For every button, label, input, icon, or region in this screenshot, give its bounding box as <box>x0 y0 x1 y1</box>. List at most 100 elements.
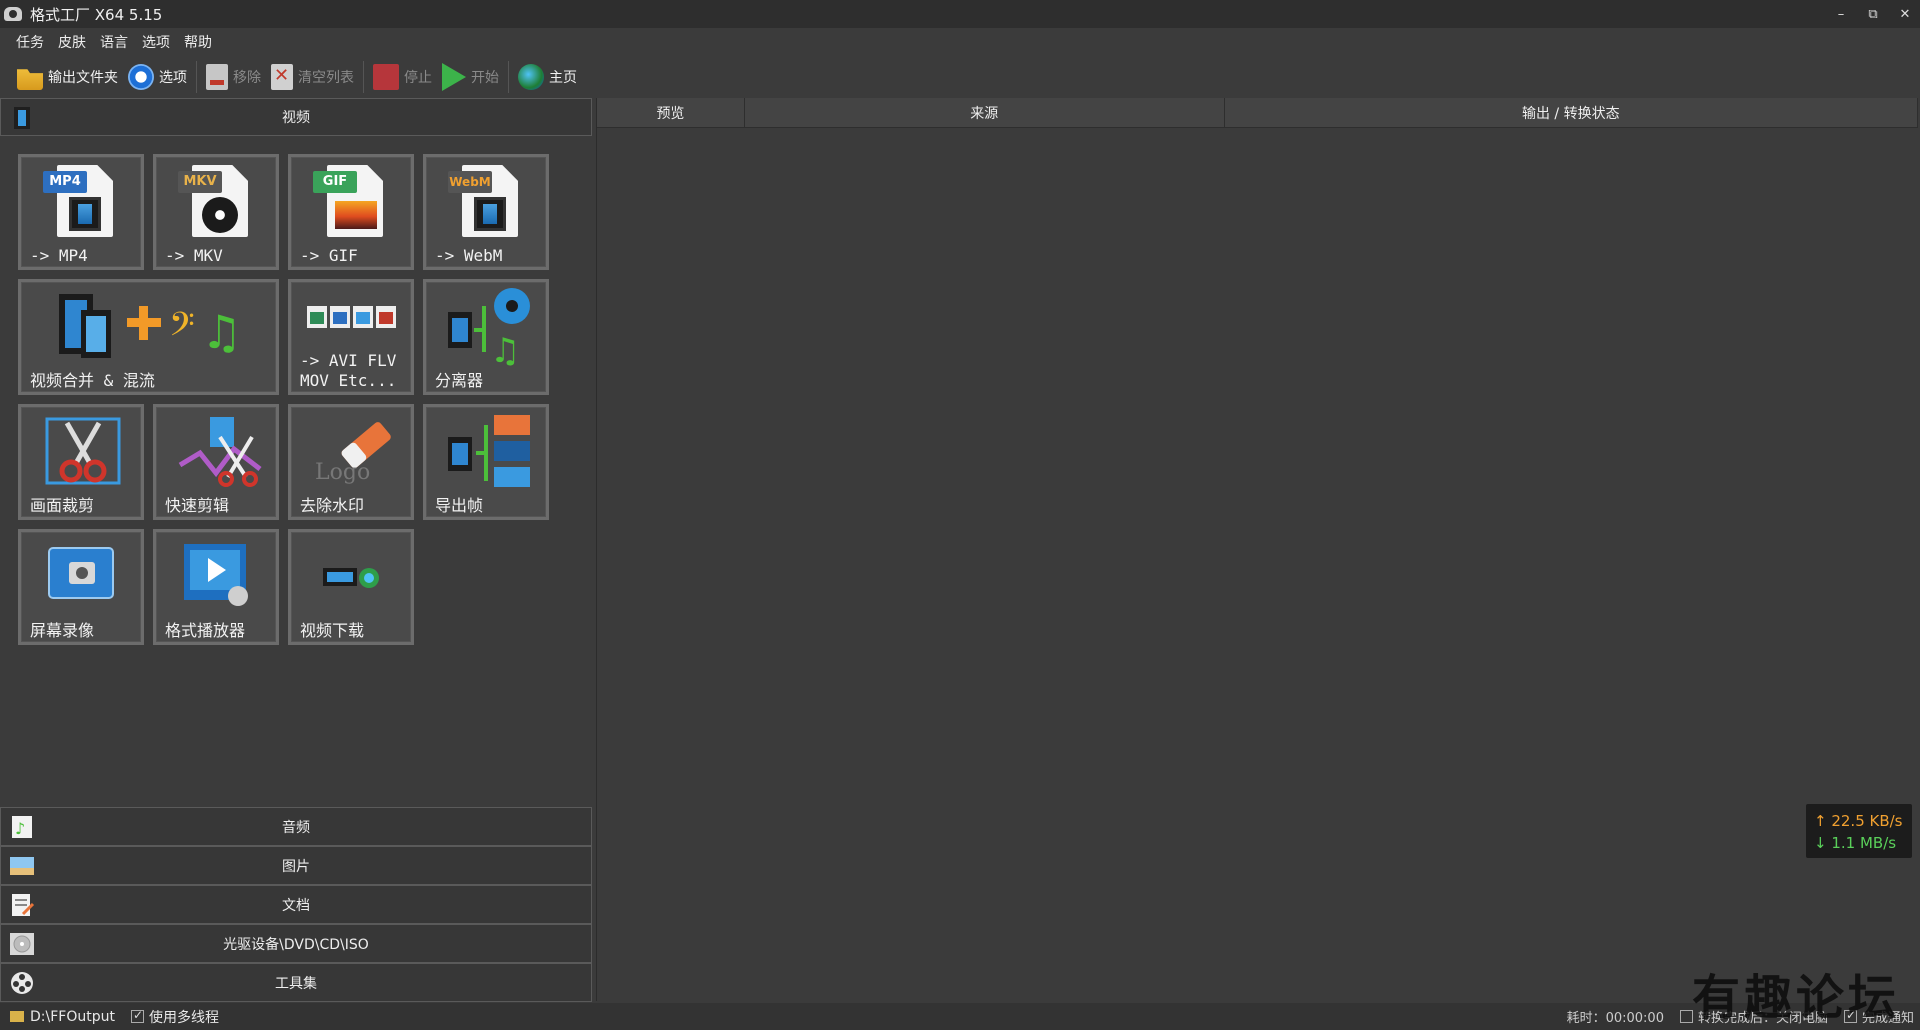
category-list: ♪ 音频 图片 文档 光驱设备\DVD\CD\ISO 工具集 <box>0 807 592 1002</box>
network-speed-widget: ↑ 22.5 KB/s ↓ 1.1 MB/s <box>1806 804 1912 858</box>
category-document[interactable]: 文档 <box>0 885 592 924</box>
film-play-icon <box>474 197 506 231</box>
svg-text:𝄢: 𝄢 <box>169 306 195 352</box>
category-picture[interactable]: 图片 <box>0 846 592 885</box>
svg-text:♪: ♪ <box>15 819 25 838</box>
screen-recorder-icon <box>48 547 114 599</box>
tile-remove-watermark[interactable]: Logo 去除水印 <box>288 404 414 520</box>
folder-icon <box>17 69 43 90</box>
menu-task[interactable]: 任务 <box>16 32 44 52</box>
tile-format-player[interactable]: 格式播放器 <box>153 529 279 645</box>
category-optical-drive[interactable]: 光驱设备\DVD\CD\ISO <box>0 924 592 963</box>
tile-to-mkv[interactable]: MKV -> MKV <box>153 154 279 270</box>
download-speed: ↓ 1.1 MB/s <box>1814 834 1897 852</box>
tile-export-frames[interactable]: 导出帧 <box>423 404 549 520</box>
multithread-label: 使用多线程 <box>148 1009 219 1026</box>
category-audio[interactable]: ♪ 音频 <box>0 807 592 846</box>
webm-badge: WebM <box>448 171 492 193</box>
tile-label: 格式播放器 <box>165 621 246 640</box>
tile-label: -> MP4 <box>30 246 88 265</box>
category-tools-label: 工具集 <box>275 975 317 992</box>
output-folder-small-icon <box>10 1011 24 1022</box>
logo-art-text: Logo <box>315 460 370 485</box>
output-folder-button[interactable]: 输出文件夹 <box>12 60 123 94</box>
task-grid-header: 预览 来源 输出 / 转换状态 <box>597 98 1918 128</box>
home-button[interactable]: 主页 <box>513 60 582 94</box>
stop-label: 停止 <box>404 70 432 86</box>
tile-crop[interactable]: 画面裁剪 <box>18 404 144 520</box>
tile-label: -> GIF <box>300 246 358 265</box>
forum-watermark: 有趣论坛 <box>1691 970 1900 1026</box>
tile-to-other-formats[interactable]: -> AVI FLV MOV Etc... <box>288 279 414 395</box>
multi-format-icon <box>307 306 396 328</box>
tile-to-gif[interactable]: GIF -> GIF <box>288 154 414 270</box>
upload-speed: ↑ 22.5 KB/s <box>1814 812 1903 830</box>
options-button[interactable]: 选项 <box>123 60 192 94</box>
tile-label: 去除水印 <box>300 496 365 515</box>
tile-label: 屏幕录像 <box>30 621 95 640</box>
category-audio-label: 音频 <box>282 819 310 836</box>
tile-video-merge[interactable]: 𝄢 ♫ 视频合并 & 混流 <box>18 279 279 395</box>
home-label: 主页 <box>549 70 577 86</box>
tile-to-webm[interactable]: WebM -> WebM <box>423 154 549 270</box>
toolbar-separator <box>508 61 509 93</box>
tile-label: 画面裁剪 <box>30 496 95 515</box>
music-note-icon: ♪ <box>12 816 32 838</box>
title-bar: 格式工厂 X64 5.15 – ⧉ ✕ <box>0 0 1920 28</box>
category-video[interactable]: 视频 <box>0 98 592 136</box>
category-tools[interactable]: 工具集 <box>0 963 592 1002</box>
play-icon <box>442 63 466 91</box>
tile-label: -> AVI FLV MOV Etc... <box>300 351 397 390</box>
output-path[interactable]: D:\FFOutput <box>30 1009 115 1025</box>
minimize-button[interactable]: – <box>1834 7 1848 22</box>
toolbar: 输出文件夹 选项 移除 清空列表 停止 开始 主页 <box>0 58 1920 96</box>
globe-icon <box>518 64 544 90</box>
tile-label: 视频合并 & 混流 <box>30 371 155 390</box>
tile-screen-record[interactable]: 屏幕录像 <box>18 529 144 645</box>
clear-list-icon <box>271 64 293 90</box>
tile-to-mp4[interactable]: MP4 -> MP4 <box>18 154 144 270</box>
tile-splitter[interactable]: ♫ 分离器 <box>423 279 549 395</box>
mkv-badge: MKV <box>178 171 222 193</box>
quick-cut-icon <box>178 417 262 487</box>
svg-text:♫: ♫ <box>490 331 520 366</box>
status-bar: D:\FFOutput 使用多线程 耗时：00:00:00 转换完成后：关闭电脑… <box>0 1003 1920 1030</box>
start-button[interactable]: 开始 <box>437 60 504 94</box>
elapsed-time: 耗时：00:00:00 <box>1566 1011 1664 1026</box>
image-icon <box>335 201 377 229</box>
close-button[interactable]: ✕ <box>1898 7 1912 22</box>
toolbar-separator <box>363 61 364 93</box>
menu-help[interactable]: 帮助 <box>184 32 212 52</box>
start-label: 开始 <box>471 70 499 86</box>
tile-video-download[interactable]: 视频下载 <box>288 529 414 645</box>
remove-button[interactable]: 移除 <box>201 60 266 94</box>
disc-drive-icon <box>10 933 34 955</box>
tile-label: -> MKV <box>165 246 223 265</box>
tile-label: -> WebM <box>435 246 503 265</box>
splitter-icon: ♫ <box>448 288 530 366</box>
scissors-crop-icon <box>45 417 121 485</box>
tile-label: 快速剪辑 <box>165 496 230 515</box>
window-controls: – ⧉ ✕ <box>1834 0 1912 28</box>
clear-list-button[interactable]: 清空列表 <box>266 60 359 94</box>
multithread-checkbox[interactable] <box>130 1008 144 1023</box>
tile-label: 分离器 <box>435 371 484 390</box>
task-list-panel[interactable]: 预览 来源 输出 / 转换状态 ↑ 22.5 KB/s ↓ 1.1 MB/s <box>596 98 1918 1001</box>
menu-skin[interactable]: 皮肤 <box>58 32 86 52</box>
menu-options[interactable]: 选项 <box>142 32 170 52</box>
column-source[interactable]: 来源 <box>745 98 1225 127</box>
stop-icon <box>373 64 399 90</box>
restore-button[interactable]: ⧉ <box>1866 7 1880 22</box>
options-label: 选项 <box>159 70 187 86</box>
film-icon <box>69 197 101 231</box>
merge-mux-icon: 𝄢 ♫ <box>59 294 242 359</box>
menu-language[interactable]: 语言 <box>100 32 128 52</box>
remove-label: 移除 <box>233 70 261 86</box>
tile-quick-cut[interactable]: 快速剪辑 <box>153 404 279 520</box>
video-tiles-grid: MP4 -> MP4 MKV -> MKV GIF -> GIF WebM ->… <box>18 154 588 754</box>
stop-button[interactable]: 停止 <box>368 60 437 94</box>
video-download-icon <box>323 568 379 588</box>
function-panel: 视频 MP4 -> MP4 MKV -> MKV GIF -> GIF WebM… <box>0 98 592 1002</box>
column-preview[interactable]: 预览 <box>597 98 745 127</box>
column-output-status[interactable]: 输出 / 转换状态 <box>1225 98 1918 127</box>
